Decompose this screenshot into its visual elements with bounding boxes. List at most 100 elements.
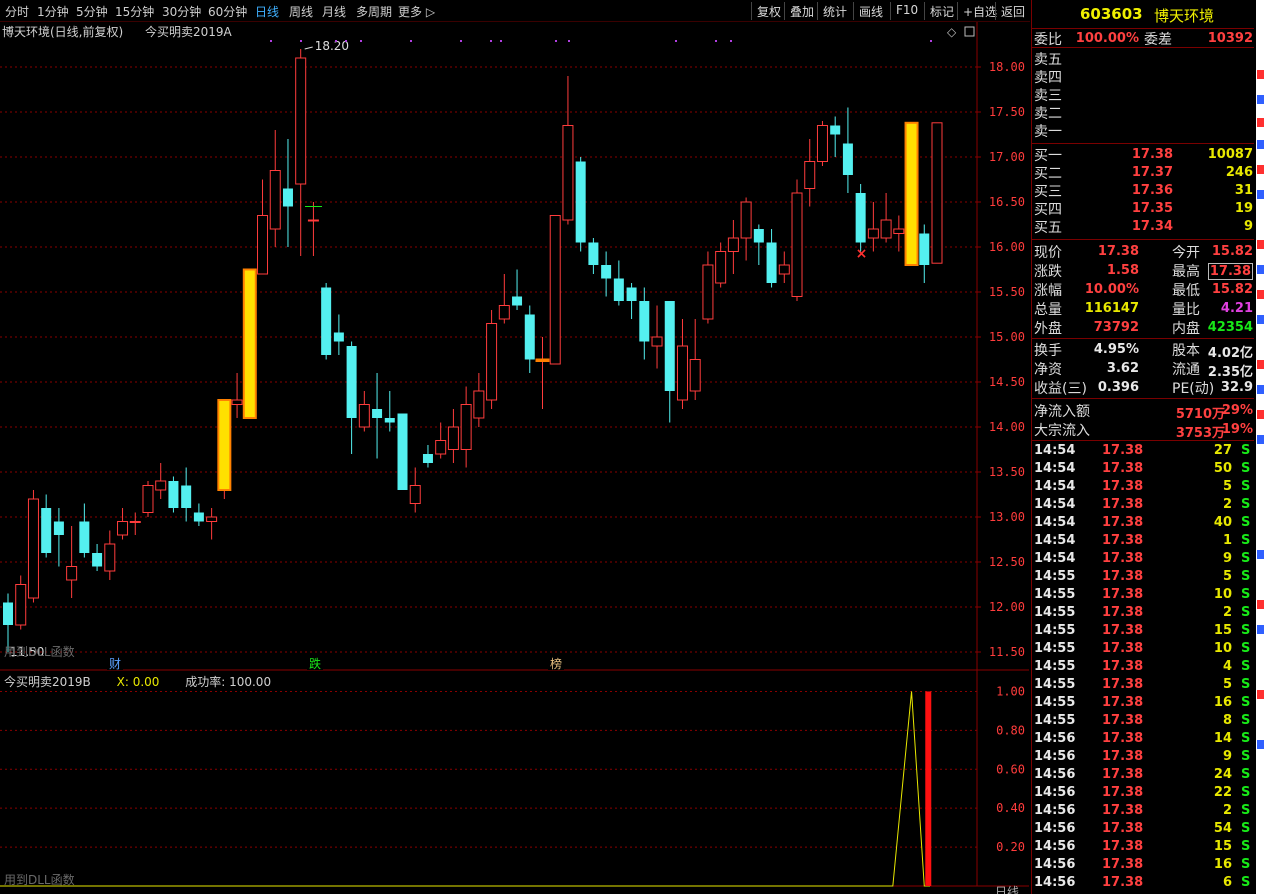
tick-volume: 15 [1213, 623, 1232, 638]
signal-candle-42 [535, 358, 550, 362]
stat-value-a-4: 73792 [1093, 320, 1139, 335]
side-strip-icon-9[interactable] [1257, 315, 1264, 324]
side-strip-icon-17[interactable] [1257, 690, 1264, 699]
tick-time: 14:56 [1034, 749, 1076, 764]
tick-row[interactable]: 14:56 17.38 14 S [1032, 731, 1254, 749]
tick-row[interactable]: 14:55 17.38 16 S [1032, 695, 1254, 713]
side-strip-icon-12[interactable] [1257, 410, 1264, 419]
y-tick-label-2: 17.00 [989, 150, 1025, 164]
side-strip-icon-15[interactable] [1257, 600, 1264, 609]
tick-row[interactable]: 14:55 17.38 15 S [1032, 623, 1254, 641]
tick-row[interactable]: 14:54 17.38 40 S [1032, 515, 1254, 533]
tick-row[interactable]: 14:55 17.38 5 S [1032, 569, 1254, 587]
side-strip-icon-5[interactable] [1257, 190, 1264, 199]
candle-body-34 [435, 440, 447, 455]
tick-row[interactable]: 14:55 17.38 2 S [1032, 605, 1254, 623]
candle-body-26 [333, 332, 344, 342]
candle-body-70 [893, 228, 905, 234]
side-strip-icon-6[interactable] [1257, 240, 1264, 249]
tick-price: 17.38 [1102, 713, 1144, 728]
tick-row[interactable]: 14:56 17.38 15 S [1032, 839, 1254, 857]
candle-body-66 [842, 143, 853, 175]
side-strip-icon-3[interactable] [1257, 140, 1264, 149]
candle-body-33 [422, 454, 433, 463]
stat-label-a-0: 现价 [1034, 245, 1062, 261]
candle-body-7 [92, 553, 103, 567]
sub-y-tick-label-3: 0.40 [996, 801, 1025, 815]
tick-row[interactable]: 14:54 17.38 5 S [1032, 479, 1254, 497]
candle-body-9 [117, 521, 129, 536]
tick-row[interactable]: 14:56 17.38 54 S [1032, 821, 1254, 839]
tick-row[interactable]: 14:56 17.38 9 S [1032, 749, 1254, 767]
tick-volume: 9 [1222, 551, 1232, 566]
candle-body-14 [181, 485, 192, 508]
tick-row[interactable]: 14:56 17.38 22 S [1032, 785, 1254, 803]
tick-row[interactable]: 14:54 17.38 2 S [1032, 497, 1254, 515]
top-dot-12 [715, 40, 717, 42]
candle-body-68 [867, 228, 879, 239]
tick-row[interactable]: 14:56 17.38 6 S [1032, 875, 1254, 893]
side-strip-icon-13[interactable] [1257, 435, 1264, 444]
tick-row[interactable]: 14:54 17.38 50 S [1032, 461, 1254, 479]
candle-body-16 [206, 516, 218, 522]
tick-time: 14:56 [1034, 857, 1076, 872]
tick-row[interactable]: 14:56 17.38 24 S [1032, 767, 1254, 785]
tick-row[interactable]: 14:55 17.38 5 S [1032, 677, 1254, 695]
tick-price: 17.38 [1102, 515, 1144, 530]
candle-body-22 [282, 188, 293, 207]
tick-price: 17.38 [1102, 533, 1144, 548]
candle-body-15 [193, 512, 204, 522]
date-box: 日线 [995, 885, 1019, 894]
tick-row[interactable]: 14:56 17.38 16 S [1032, 857, 1254, 875]
weibi-value: 100.00% [1075, 31, 1139, 46]
buy-level-label-2: 买三 [1034, 184, 1062, 200]
tick-side: S [1241, 803, 1251, 818]
high-marker: 18.20 [315, 39, 349, 53]
side-strip-icon-16[interactable] [1257, 625, 1264, 634]
side-strip-icon-14[interactable] [1257, 550, 1264, 559]
side-strip-icon-7[interactable] [1257, 265, 1264, 274]
candle-body-32 [409, 485, 421, 504]
tick-time: 14:55 [1034, 641, 1076, 656]
side-strip-icon-1[interactable] [1257, 95, 1264, 104]
side-strip-icon-8[interactable] [1257, 290, 1264, 299]
buy-level-vol-3: 19 [1234, 201, 1253, 216]
stat-value-a-0: 17.38 [1097, 244, 1139, 259]
sub-formula-title[interactable]: 今买明卖2019B [4, 675, 91, 689]
tick-side: S [1241, 677, 1251, 692]
signal-candle-19 [242, 268, 257, 419]
tick-side: S [1241, 785, 1251, 800]
tick-row[interactable]: 14:55 17.38 10 S [1032, 587, 1254, 605]
tick-volume: 50 [1213, 461, 1232, 476]
side-strip-icon-2[interactable] [1257, 118, 1264, 127]
tick-row[interactable]: 14:54 17.38 27 S [1032, 443, 1254, 461]
side-strip-icon-4[interactable] [1257, 165, 1264, 174]
stat-value-b-3: 4.21 [1220, 301, 1253, 316]
tick-time: 14:54 [1034, 551, 1076, 566]
side-strip-icon-18[interactable] [1257, 740, 1264, 749]
success-rate-label: 成功率: 100.00 [185, 675, 272, 689]
tick-row[interactable]: 14:55 17.38 8 S [1032, 713, 1254, 731]
formula-title[interactable]: 今买明卖2019A [145, 25, 232, 39]
candle-body-62 [791, 192, 803, 297]
kline-chart[interactable]: 18.00 17.50 17.00 16.50 16.00 15.50 15.00 14.50… [0, 0, 1030, 894]
flow-pct-0: 29% [1221, 403, 1253, 418]
y-tick-label-0: 18.00 [989, 60, 1025, 74]
candle-body-27 [346, 346, 357, 418]
side-strip-icon-10[interactable] [1257, 360, 1264, 369]
tick-row[interactable]: 14:55 17.38 4 S [1032, 659, 1254, 677]
tick-row[interactable]: 14:54 17.38 9 S [1032, 551, 1254, 569]
tick-time: 14:55 [1034, 605, 1076, 620]
tick-time: 14:54 [1034, 479, 1076, 494]
candle-body-46 [588, 242, 599, 265]
tick-row[interactable]: 14:54 17.38 1 S [1032, 533, 1254, 551]
tick-row[interactable]: 14:56 17.38 2 S [1032, 803, 1254, 821]
side-toolbar-strip[interactable] [1256, 0, 1265, 894]
candle-body-41 [524, 314, 535, 360]
side-strip-icon-11[interactable] [1257, 385, 1264, 394]
candle-body-61 [778, 264, 790, 275]
candle-body-58 [740, 201, 752, 239]
top-dot-1 [300, 40, 302, 42]
side-strip-icon-0[interactable] [1257, 70, 1264, 79]
tick-row[interactable]: 14:55 17.38 10 S [1032, 641, 1254, 659]
